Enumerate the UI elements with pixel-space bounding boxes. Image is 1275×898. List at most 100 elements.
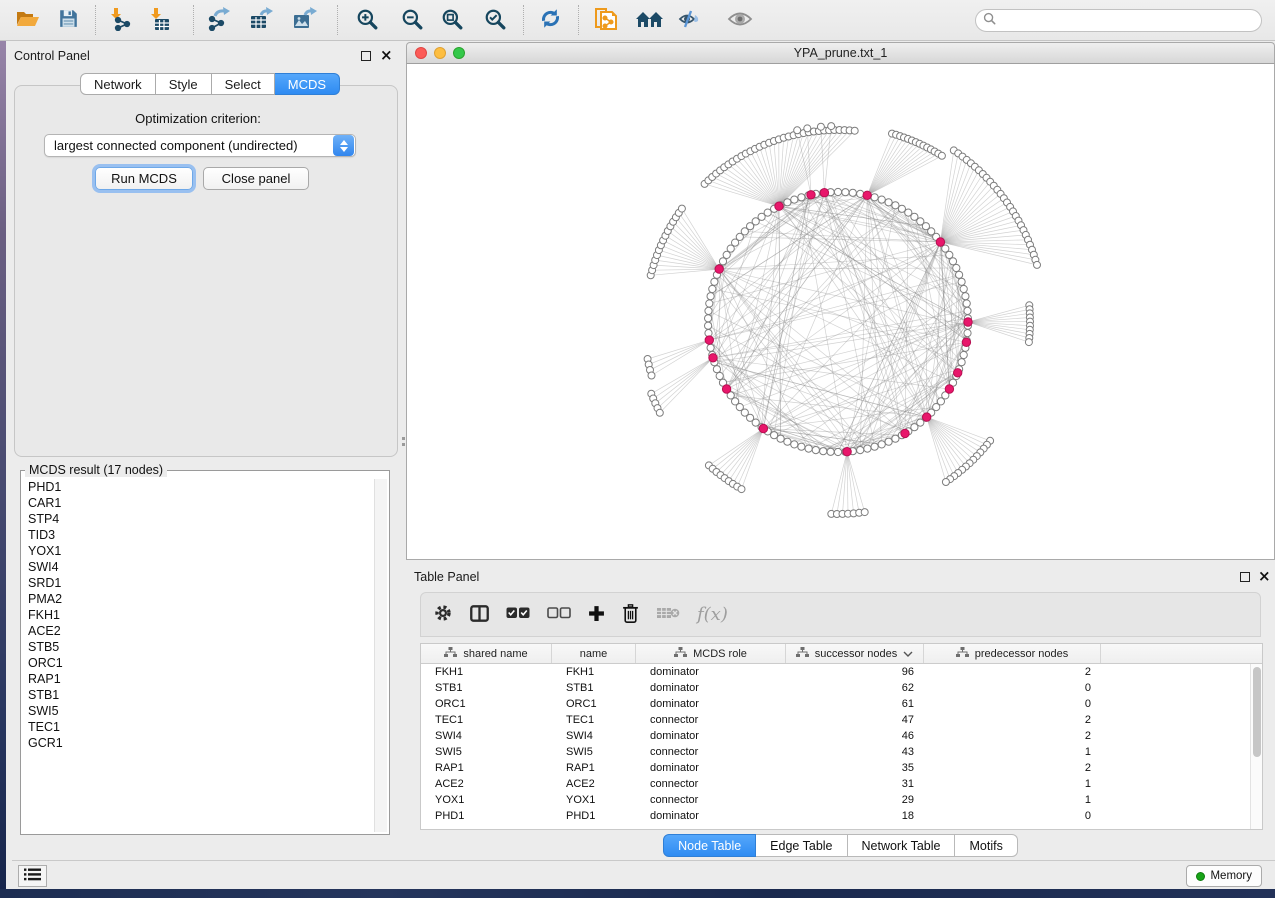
- table-cell: dominator: [636, 728, 786, 744]
- table-cell: RAP1: [552, 760, 636, 776]
- list-item[interactable]: SWI4: [28, 559, 389, 575]
- table-row[interactable]: SWI5SWI5connector431: [421, 744, 1250, 760]
- list-item[interactable]: PHD1: [28, 479, 389, 495]
- zoom-fit-button[interactable]: [434, 3, 470, 37]
- table-settings-button[interactable]: [433, 599, 453, 631]
- first-neighbors-button[interactable]: [632, 3, 668, 37]
- table-row[interactable]: ACE2ACE2connector311: [421, 776, 1250, 792]
- export-network-button[interactable]: [202, 3, 238, 37]
- tab-edge-table[interactable]: Edge Table: [756, 834, 847, 857]
- list-item[interactable]: RAP1: [28, 671, 389, 687]
- search-field[interactable]: [975, 9, 1262, 32]
- table-toolbar: f(x): [420, 592, 1261, 637]
- list-item[interactable]: CAR1: [28, 495, 389, 511]
- mcds-list-scrollbar[interactable]: [374, 479, 387, 832]
- houses-icon: [635, 9, 665, 32]
- search-input[interactable]: [996, 14, 1261, 28]
- table-row[interactable]: STB1STB1dominator620: [421, 680, 1250, 696]
- tab-mcds[interactable]: MCDS: [275, 73, 340, 95]
- desktop: Control Panel × Network Style Select MCD…: [0, 0, 1275, 898]
- delete-column-button[interactable]: [622, 599, 639, 631]
- import-table-button[interactable]: [142, 3, 178, 37]
- run-mcds-button[interactable]: Run MCDS: [95, 167, 193, 190]
- network-view[interactable]: [406, 64, 1275, 560]
- tab-node-table[interactable]: Node Table: [663, 834, 756, 857]
- float-table-panel-button[interactable]: [1240, 572, 1250, 582]
- list-item[interactable]: PMA2: [28, 591, 389, 607]
- list-item[interactable]: ACE2: [28, 623, 389, 639]
- task-history-button[interactable]: [18, 865, 47, 887]
- column-header-successor-nodes[interactable]: successor nodes: [786, 644, 924, 663]
- close-table-panel-button[interactable]: ×: [1258, 570, 1271, 582]
- list-item[interactable]: ORC1: [28, 655, 389, 671]
- optimization-criterion-select[interactable]: largest connected component (undirected): [44, 134, 356, 157]
- close-panel-button[interactable]: Close panel: [203, 167, 309, 190]
- control-panel: Control Panel × Network Style Select MCD…: [6, 41, 400, 819]
- node-table-body: FKH1FKH1dominator962STB1STB1dominator620…: [421, 664, 1250, 829]
- table-row[interactable]: PHD1PHD1dominator180: [421, 808, 1250, 824]
- table-row[interactable]: ORC1ORC1dominator610: [421, 696, 1250, 712]
- zoom-selected-button[interactable]: [477, 3, 513, 37]
- select-all-button[interactable]: [506, 599, 530, 631]
- list-item[interactable]: FKH1: [28, 607, 389, 623]
- column-header-mcds-role[interactable]: MCDS role: [636, 644, 786, 663]
- float-panel-button[interactable]: [361, 51, 371, 61]
- table-scrollbar-thumb[interactable]: [1253, 667, 1261, 757]
- zoom-in-button[interactable]: [349, 3, 385, 37]
- zoom-out-button[interactable]: [394, 3, 430, 37]
- table-cell: connector: [636, 744, 786, 760]
- unchecked-boxes-icon: [547, 607, 571, 622]
- column-header-name[interactable]: name: [552, 644, 636, 663]
- list-item[interactable]: TID3: [28, 527, 389, 543]
- tab-style[interactable]: Style: [156, 73, 212, 95]
- zoom-fit-icon: [441, 8, 463, 33]
- export-image-button[interactable]: [287, 3, 323, 37]
- export-table-button[interactable]: [244, 3, 280, 37]
- tab-select[interactable]: Select: [212, 73, 275, 95]
- tab-network-table[interactable]: Network Table: [848, 834, 956, 857]
- column-header-shared-name[interactable]: shared name: [421, 644, 552, 663]
- table-row[interactable]: RAP1RAP1dominator352: [421, 760, 1250, 776]
- table-cell: 61: [786, 696, 924, 712]
- network-canvas[interactable]: [407, 64, 1274, 558]
- show-all-button[interactable]: [722, 3, 758, 37]
- list-item[interactable]: GCR1: [28, 735, 389, 751]
- network-document-icon: [594, 5, 620, 36]
- new-network-from-selection-button[interactable]: [589, 3, 625, 37]
- list-item[interactable]: STB5: [28, 639, 389, 655]
- tab-network[interactable]: Network: [80, 73, 156, 95]
- list-item[interactable]: SWI5: [28, 703, 389, 719]
- table-cell: [1101, 696, 1250, 712]
- panel-splitter-handle[interactable]: [401, 437, 405, 455]
- tab-motifs[interactable]: Motifs: [955, 834, 1017, 857]
- table-scrollbar[interactable]: [1250, 664, 1262, 829]
- memory-button[interactable]: Memory: [1186, 865, 1262, 887]
- show-column-button[interactable]: [470, 599, 489, 631]
- table-cell: FKH1: [552, 664, 636, 680]
- refresh-layout-button[interactable]: [532, 3, 568, 37]
- list-item[interactable]: SRD1: [28, 575, 389, 591]
- list-item[interactable]: TEC1: [28, 719, 389, 735]
- function-builder-button[interactable]: f(x): [697, 599, 728, 631]
- list-item[interactable]: YOX1: [28, 543, 389, 559]
- network-window-titlebar[interactable]: YPA_prune.txt_1: [406, 42, 1275, 64]
- floppy-disk-icon: [59, 9, 78, 31]
- node-table: shared name name MCDS role successor nod…: [420, 643, 1263, 830]
- table-row[interactable]: YOX1YOX1connector291: [421, 792, 1250, 808]
- column-header-predecessor-nodes[interactable]: predecessor nodes: [924, 644, 1101, 663]
- list-item[interactable]: STB1: [28, 687, 389, 703]
- table-row[interactable]: TEC1TEC1connector472: [421, 712, 1250, 728]
- control-panel-title: Control Panel: [14, 49, 90, 63]
- add-column-button[interactable]: [588, 599, 605, 631]
- deselect-all-button[interactable]: [547, 599, 571, 631]
- import-network-button[interactable]: [102, 3, 138, 37]
- open-file-button[interactable]: [10, 3, 46, 37]
- table-row[interactable]: FKH1FKH1dominator962: [421, 664, 1250, 680]
- close-panel-icon-button[interactable]: ×: [380, 49, 393, 61]
- save-session-button[interactable]: [50, 3, 86, 37]
- list-item[interactable]: STP4: [28, 511, 389, 527]
- table-row[interactable]: SWI4SWI4dominator462: [421, 728, 1250, 744]
- delete-table-button[interactable]: [656, 599, 680, 631]
- hide-selected-button[interactable]: [672, 3, 708, 37]
- tree-icon: [796, 647, 809, 661]
